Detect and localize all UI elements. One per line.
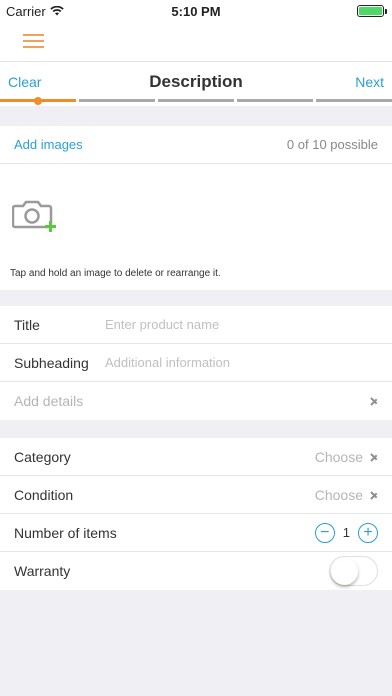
- subheading-label: Subheading: [14, 354, 89, 371]
- navigation-bar: Clear Description Next: [0, 62, 392, 106]
- battery-icon: [357, 5, 387, 17]
- title-label: Title: [14, 316, 40, 333]
- subheading-row[interactable]: Subheading Additional information: [0, 344, 392, 382]
- subheading-input[interactable]: Additional information: [105, 355, 230, 370]
- minus-icon[interactable]: −: [314, 522, 335, 543]
- status-bar: Carrier 5:10 PM: [0, 0, 392, 22]
- camera-add-icon[interactable]: [12, 196, 58, 236]
- progress-step-2: [79, 99, 155, 102]
- category-value: Choose: [314, 448, 363, 465]
- attributes-section: Category Choose Condition Choose Number …: [0, 438, 392, 590]
- title-row[interactable]: Title Enter product name: [0, 306, 392, 344]
- status-time: 5:10 PM: [171, 3, 221, 19]
- warranty-row: Warranty: [0, 552, 392, 590]
- progress-step-3: [158, 99, 234, 102]
- chevron-right-icon: [371, 451, 378, 463]
- images-count: 0 of 10 possible: [286, 137, 378, 152]
- condition-value: Choose: [314, 486, 363, 503]
- quantity-value: 1: [342, 525, 350, 540]
- page-title: Description: [149, 72, 243, 91]
- category-label: Category: [14, 448, 71, 465]
- add-images-link[interactable]: Add images: [14, 137, 83, 152]
- images-hint: Tap and hold an image to delete or rearr…: [10, 268, 221, 279]
- category-row[interactable]: Category Choose: [0, 438, 392, 476]
- progress-step-1: [0, 96, 76, 105]
- step-progress: [0, 96, 392, 105]
- quantity-stepper: − 1 +: [314, 522, 378, 543]
- menu-icon[interactable]: [23, 33, 44, 49]
- next-button[interactable]: Next: [355, 74, 384, 90]
- menu-bar: [0, 22, 392, 62]
- progress-step-5: [316, 99, 392, 102]
- add-details-label: Add details: [14, 393, 84, 409]
- progress-step-4: [237, 99, 313, 102]
- images-header: Add images 0 of 10 possible: [0, 126, 392, 164]
- title-input[interactable]: Enter product name: [105, 317, 219, 332]
- progress-indicator-dot: [34, 96, 42, 105]
- product-info-section: Title Enter product name Subheading Addi…: [0, 306, 392, 420]
- condition-row[interactable]: Condition Choose: [0, 476, 392, 514]
- warranty-label: Warranty: [14, 563, 71, 579]
- warranty-toggle[interactable]: [329, 556, 378, 586]
- add-details-row[interactable]: Add details: [0, 382, 392, 420]
- plus-icon[interactable]: +: [358, 522, 378, 543]
- chevron-right-icon: [371, 489, 378, 501]
- items-label: Number of items: [14, 524, 117, 541]
- number-of-items-row: Number of items − 1 +: [0, 514, 392, 552]
- images-section: Add images 0 of 10 possible Tap and hold…: [0, 126, 392, 290]
- chevron-right-icon: [371, 395, 378, 407]
- condition-label: Condition: [14, 486, 74, 503]
